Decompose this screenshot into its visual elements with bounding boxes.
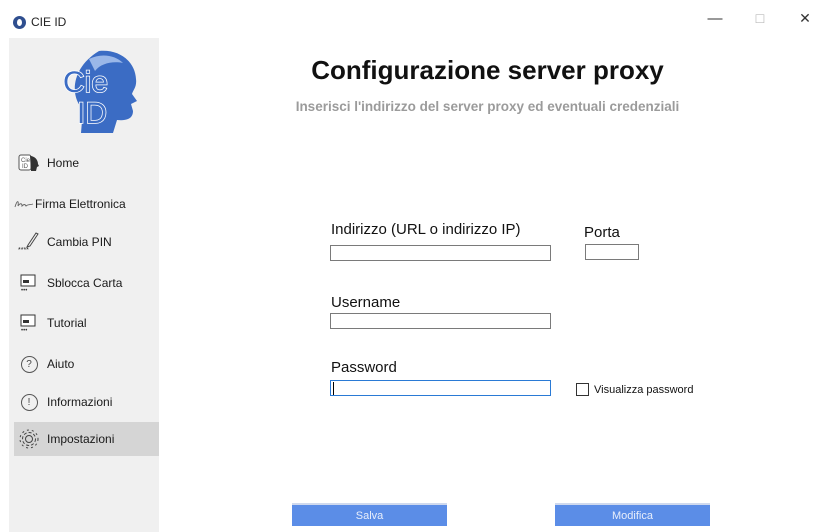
- maximize-button[interactable]: ☐: [748, 12, 772, 26]
- sidebar-item-sblocca-carta[interactable]: ••• Sblocca Carta: [14, 266, 159, 300]
- card-reader-icon: •••: [18, 272, 40, 294]
- exclamation-glyph: !: [20, 393, 38, 411]
- password-label: Password: [331, 359, 397, 376]
- sidebar-item-label: Aiuto: [47, 357, 75, 371]
- sidebar-item-aiuto[interactable]: ? Aiuto: [14, 347, 159, 381]
- logo-text-cie: Cie: [63, 66, 108, 99]
- exclamation-circle-icon: !: [18, 391, 40, 413]
- sidebar-item-impostazioni[interactable]: Impostazioni: [14, 422, 159, 456]
- sidebar-item-cambia-pin[interactable]: **** Cambia PIN: [14, 225, 159, 259]
- address-input[interactable]: [330, 245, 551, 261]
- svg-text:•••: •••: [21, 288, 27, 293]
- question-circle-icon: ?: [18, 353, 40, 375]
- cie-card-icon: Cie ID: [18, 152, 40, 174]
- signature-icon: [14, 193, 34, 215]
- sidebar-item-label: Firma Elettronica: [35, 197, 126, 211]
- sidebar-item-label: Home: [47, 156, 80, 170]
- sidebar-item-firma-elettronica[interactable]: Firma Elettronica: [14, 187, 159, 221]
- sidebar-item-tutorial[interactable]: ••• Tutorial: [14, 306, 159, 340]
- sidebar-item-label: Informazioni: [47, 395, 113, 409]
- text-caret: [333, 382, 334, 395]
- save-button[interactable]: Salva: [292, 503, 447, 526]
- minimize-button[interactable]: —: [703, 10, 727, 27]
- close-button[interactable]: ✕: [793, 10, 815, 27]
- show-password-label: Visualizza password: [594, 383, 694, 396]
- sidebar-item-label: Impostazioni: [47, 432, 115, 446]
- svg-text:ID: ID: [22, 164, 29, 170]
- edit-button[interactable]: Modifica: [555, 503, 710, 526]
- sidebar-item-label: Sblocca Carta: [47, 276, 123, 290]
- sidebar-item-home[interactable]: Cie ID Home: [14, 146, 159, 180]
- pen-pin-icon: ****: [18, 231, 40, 253]
- address-label: Indirizzo (URL o indirizzo IP): [331, 221, 521, 238]
- username-label: Username: [331, 294, 401, 311]
- port-label: Porta: [584, 224, 620, 241]
- cie-app-icon: [13, 16, 26, 29]
- sidebar: Cie ID Cie ID Home Firma Elettronica ****…: [9, 38, 159, 532]
- page-title: Configurazione server proxy: [311, 55, 664, 85]
- username-input[interactable]: [330, 313, 551, 329]
- svg-text:•••: •••: [21, 328, 27, 333]
- show-password-checkbox[interactable]: [576, 383, 589, 396]
- question-glyph: ?: [20, 355, 38, 373]
- gear-icon: [18, 428, 40, 450]
- sidebar-item-label: Cambia PIN: [47, 235, 112, 249]
- window-title: CIE ID: [31, 15, 67, 29]
- cie-id-logo: Cie ID: [62, 50, 137, 133]
- sidebar-item-label: Tutorial: [47, 316, 87, 330]
- sidebar-item-informazioni[interactable]: ! Informazioni: [14, 385, 159, 419]
- show-password-toggle[interactable]: Visualizza password: [576, 383, 693, 396]
- port-input[interactable]: [585, 244, 639, 260]
- password-input[interactable]: [330, 380, 551, 396]
- svg-text:****: ****: [18, 247, 29, 253]
- logo-text-id: ID: [77, 97, 107, 130]
- page-subtitle: Inserisci l'indirizzo del server proxy e…: [295, 99, 680, 114]
- title-bar: CIE ID — ☐ ✕: [0, 0, 815, 36]
- card-reader-icon: •••: [18, 312, 40, 334]
